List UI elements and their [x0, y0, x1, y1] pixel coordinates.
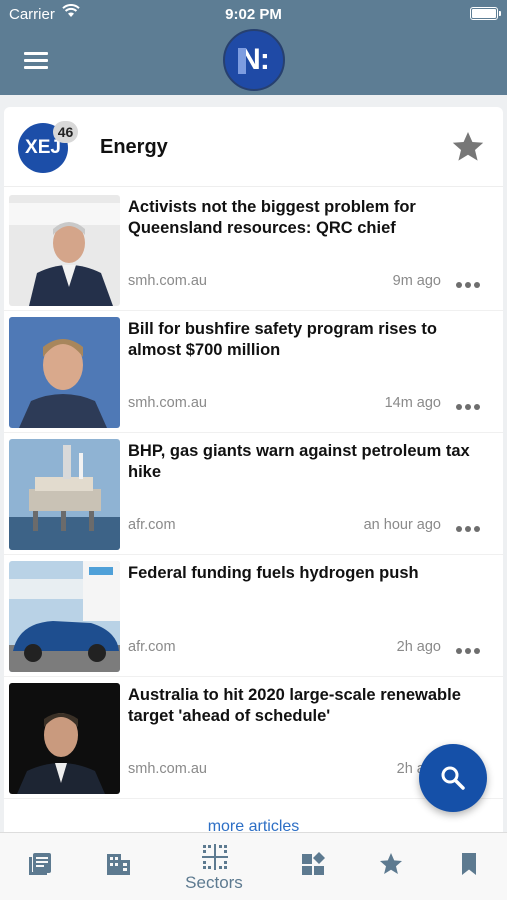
- more-options-icon[interactable]: [456, 275, 486, 289]
- article-headline[interactable]: BHP, gas giants warn against petroleum t…: [128, 441, 478, 483]
- article-source: afr.com: [128, 517, 176, 533]
- bookmark-icon: [462, 853, 476, 875]
- article-age: an hour ago: [363, 517, 441, 533]
- article-age: 9m ago: [392, 273, 441, 289]
- article-headline[interactable]: Bill for bushfire safety program rises t…: [128, 319, 478, 361]
- favorite-star-button[interactable]: [450, 129, 486, 165]
- article-headline[interactable]: Activists not the biggest problem for Qu…: [128, 197, 478, 239]
- search-fab-button[interactable]: [419, 744, 487, 812]
- tab-news[interactable]: [10, 833, 68, 900]
- sector-card: XEJ 46 Energy Activists not the biggest …: [4, 107, 503, 847]
- sector-title: Energy: [100, 136, 168, 158]
- tab-favorites[interactable]: [361, 833, 419, 900]
- article-thumbnail: [9, 683, 120, 794]
- article-thumbnail: [9, 317, 120, 428]
- tab-sectors-label: Sectors: [185, 873, 243, 892]
- status-time: 9:02 PM: [225, 6, 282, 23]
- top-bar: Carrier 9:02 PM N:: [0, 0, 507, 95]
- more-options-icon[interactable]: [456, 519, 486, 533]
- status-bar: Carrier 9:02 PM: [0, 0, 507, 28]
- hamburger-menu-button[interactable]: [24, 52, 48, 69]
- article-headline[interactable]: Federal funding fuels hydrogen push: [128, 563, 478, 584]
- tab-sectors[interactable]: Sectors: [172, 833, 256, 900]
- article-row[interactable]: Bill for bushfire safety program rises t…: [4, 311, 503, 433]
- article-source: smh.com.au: [128, 395, 207, 411]
- search-icon: [441, 766, 465, 790]
- article-thumbnail: [9, 561, 120, 672]
- sector-header: XEJ 46 Energy: [4, 107, 503, 187]
- sectors-icon: [202, 844, 228, 870]
- more-options-icon[interactable]: [456, 641, 486, 655]
- article-age: 14m ago: [384, 395, 441, 411]
- article-source: afr.com: [128, 639, 176, 655]
- article-count-badge: 46: [53, 121, 78, 143]
- tab-companies[interactable]: [88, 833, 146, 900]
- app-logo: N:: [223, 29, 285, 91]
- star-icon: [380, 853, 402, 874]
- tab-dashboard[interactable]: [283, 833, 341, 900]
- tab-bookmarks[interactable]: [439, 833, 497, 900]
- article-thumbnail: [9, 439, 120, 550]
- building-icon: [107, 854, 130, 875]
- article-row[interactable]: Activists not the biggest problem for Qu…: [4, 189, 503, 311]
- news-icon: [29, 853, 51, 875]
- article-thumbnail: [9, 195, 120, 306]
- tab-bar: Sectors: [0, 832, 507, 900]
- article-headline[interactable]: Australia to hit 2020 large-scale renewa…: [128, 685, 478, 727]
- battery-icon: [470, 7, 501, 20]
- more-options-icon[interactable]: [456, 397, 486, 411]
- article-row[interactable]: BHP, gas giants warn against petroleum t…: [4, 433, 503, 555]
- dashboard-icon: [302, 852, 325, 875]
- article-row[interactable]: Federal funding fuels hydrogen push afr.…: [4, 555, 503, 677]
- article-age: 2h ago: [396, 639, 441, 655]
- article-source: smh.com.au: [128, 273, 207, 289]
- article-source: smh.com.au: [128, 761, 207, 777]
